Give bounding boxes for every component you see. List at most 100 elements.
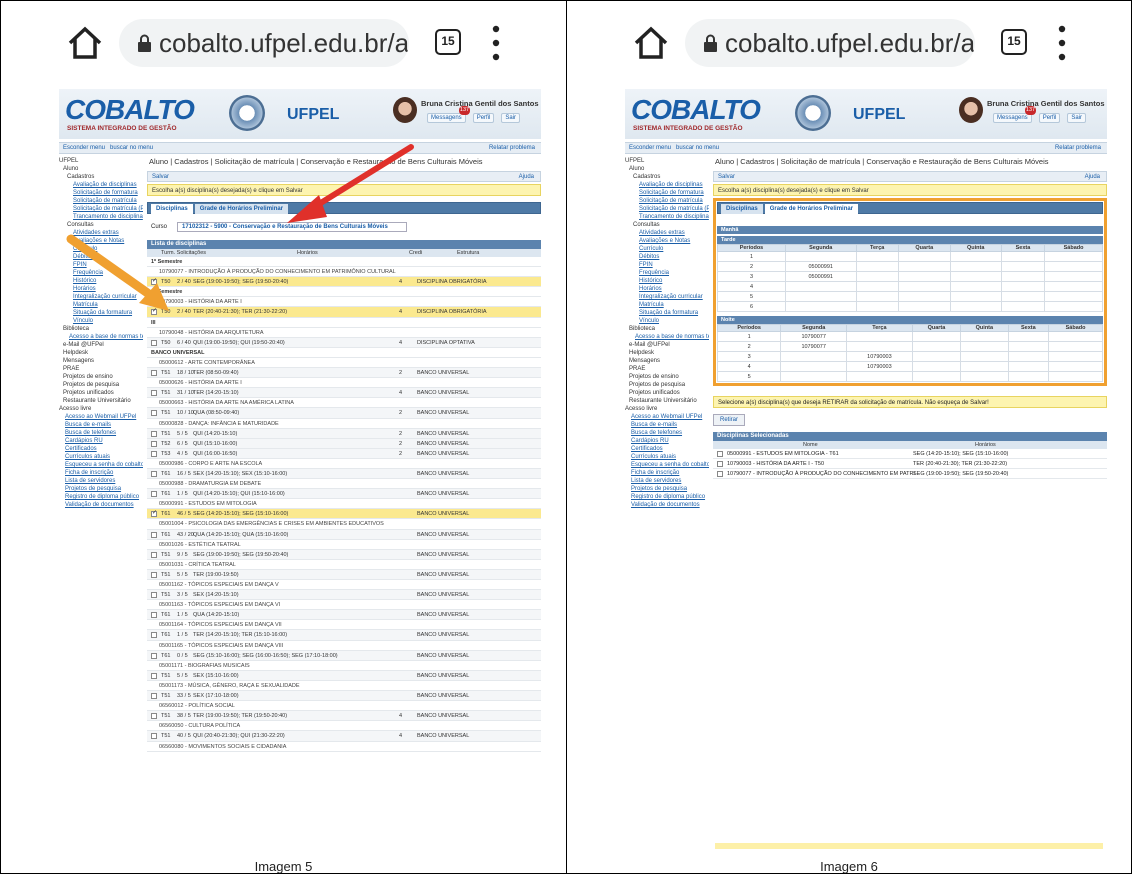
turma-row[interactable]: T51 9 / 5 SEG (19:00-19:50); SEG (19:50-20… [147,549,541,560]
address-bar[interactable]: cobalto.ufpel.edu.br/ac [685,19,975,67]
sidebar-item[interactable]: Situação da formatura [625,309,709,317]
sidebar-item[interactable]: Trancamento de disciplina [625,213,709,221]
turma-row[interactable]: T51 5 / 5 TER (19:00-19:50) BANCO UNIVERSAL [147,569,541,580]
turma-row[interactable]: T50 2 / 40TER (20:40-21:30); TER (21:30-2… [147,307,541,318]
turma-checkbox[interactable] [151,470,157,477]
report-problem-button[interactable]: Relatar problema [489,145,535,151]
profile-button[interactable]: Perfil [472,113,495,123]
turma-row[interactable]: T61 43 / 20 QUA (14:20-15:10); QUA (15:10-… [147,529,541,540]
sidebar-item[interactable]: Biblioteca [59,325,143,333]
turma-row[interactable]: T51 40 / 5 QUI (20:40-21:30); QUI (21:30-2… [147,731,541,742]
turma-checkbox[interactable] [151,571,157,578]
sidebar-item[interactable]: Cadastros [59,173,143,181]
sidebar-item[interactable]: Projetos unificados [625,389,709,397]
turma-checkbox[interactable] [151,592,157,599]
sidebar-item[interactable]: Currículos atuais [625,453,709,461]
sidebar-item[interactable]: Acesso ao Webmail UFPel [625,413,709,421]
sidebar-item[interactable]: Matrícula [59,301,143,309]
sidebar-item[interactable]: Solicitação de matrícula (Pós) [59,205,143,213]
turma-row[interactable]: T51 5 / 5 SEX (15:10-16:00) BANCO UNIVERSAL [147,670,541,681]
logout-button[interactable]: Sair [501,113,521,123]
sidebar-item[interactable]: Acesso livre [625,405,709,413]
sidebar-item[interactable]: Lista de servidores [59,477,143,485]
turma-row[interactable]: T51 18 / 10 TER (08:50-09:40) 2 BANCO UNIVER… [147,368,541,379]
messages-button[interactable]: Messagens [427,113,466,123]
turma-row[interactable]: T51 31 / 10 TER (14:20-15:10) 4 BANCO UNIVER… [147,388,541,399]
sidebar-item[interactable]: Matrícula [625,301,709,309]
sidebar-item[interactable]: Projetos de ensino [625,373,709,381]
sidebar-item[interactable]: Helpdesk [625,349,709,357]
sidebar-item[interactable]: PRAE [59,365,143,373]
sidebar-item[interactable]: Mensagens [625,357,709,365]
turma-checkbox[interactable] [151,531,157,538]
turma-checkbox[interactable] [151,632,157,639]
sidebar-item[interactable]: Helpdesk [59,349,143,357]
sidebar-item[interactable]: PRAE [625,365,709,373]
sidebar-item[interactable]: Acesso livre [59,405,143,413]
more-vert-icon[interactable] [492,21,500,65]
sidebar-item[interactable]: Cardápios RU [625,437,709,445]
selected-checkbox[interactable] [717,451,723,457]
sidebar-item[interactable]: e-Mail @UFPel [59,341,143,349]
turma-row[interactable]: T52 6 / 5 QUI (15:10-16:00) 2 BANCO UNIVERSA… [147,438,541,449]
sidebar-item[interactable]: Situação da formatura [59,309,143,317]
sidebar-item[interactable]: Avaliações e Notas [59,237,143,245]
sidebar-item[interactable]: Histórico [59,277,143,285]
turma-checkbox[interactable] [151,672,157,679]
sidebar-item[interactable]: Solicitação de matrícula [625,197,709,205]
sidebar-item[interactable]: Trancamento de disciplina [59,213,143,221]
turma-checkbox[interactable] [151,410,157,417]
sidebar-item[interactable]: Busca de e-mails [59,421,143,429]
sidebar-item[interactable]: Projetos de pesquisa [59,485,143,493]
sidebar-item[interactable]: FPIN [59,261,143,269]
sidebar-item[interactable]: Validação de documentos [59,501,143,509]
sidebar-item[interactable]: Avaliações e Notas [625,237,709,245]
sidebar-item[interactable]: Atividades extras [625,229,709,237]
sidebar-item[interactable]: e-Mail @UFPel [625,341,709,349]
sidebar-item[interactable]: Horários [59,285,143,293]
sidebar-item[interactable]: Registro de diploma público [59,493,143,501]
turma-row[interactable]: T51 3 / 5 SEX (14:20-15:10) BANCO UNIVERSAL [147,590,541,601]
sidebar-item[interactable]: Frequência [625,269,709,277]
turma-row[interactable]: T51 5 / 5 QUI (14:20-15:10) 2 BANCO UNIVERSA… [147,428,541,439]
sidebar-item[interactable]: Busca de e-mails [625,421,709,429]
sidebar-item[interactable]: Busca de telefones [625,429,709,437]
sidebar-item[interactable]: Esqueceu a senha do cobalto? [625,461,709,469]
sidebar-item[interactable]: Débitos [625,253,709,261]
hide-menu-button[interactable]: Esconder menu [63,145,105,151]
home-icon[interactable] [66,25,104,61]
hide-menu-button[interactable]: Esconder menu [629,145,671,151]
sidebar-item[interactable]: Débitos [59,253,143,261]
turma-checkbox[interactable] [151,307,157,316]
address-bar[interactable]: cobalto.ufpel.edu.br/ac [119,19,409,67]
sidebar-item[interactable]: Frequência [59,269,143,277]
retirar-button[interactable]: Retirar [713,414,746,426]
turma-row[interactable]: T61 46 / 5SEG (14:20-15:10); SEG (15:10-1… [147,509,541,520]
sidebar-item[interactable]: Currículos atuais [59,453,143,461]
sidebar-item[interactable]: Aluno [59,165,143,173]
selected-disciplina-row[interactable]: 10790003 - HISTÓRIA DA ARTE I - T50 TER (… [713,459,1107,469]
sidebar-item[interactable]: Consultas [625,221,709,229]
sidebar-item[interactable]: Esqueceu a senha do cobalto? [59,461,143,469]
search-menu-input[interactable]: buscar no menu [676,145,719,151]
sidebar-item[interactable]: Histórico [625,277,709,285]
turma-checkbox[interactable] [151,509,157,518]
turma-row[interactable]: T50 2 / 40SEG (19:00-19:50); SEG (19:50-2… [147,277,541,288]
sidebar-item[interactable]: Aluno [625,165,709,173]
turma-row[interactable]: T61 0 / 5 SEG (15:10-16:00); SEG (16:00-16… [147,650,541,661]
sidebar-item[interactable]: Lista de servidores [625,477,709,485]
turma-row[interactable]: T61 16 / 5 SEX (14:20-15:10); SEX (15:10-1… [147,468,541,480]
sidebar-item[interactable]: Restaurante Universitário [59,397,143,405]
turma-row[interactable]: T51 38 / 5 TER (19:00-19:50); TER (19:50-2… [147,711,541,722]
sidebar-item[interactable]: Cadastros [625,173,709,181]
sidebar-item[interactable]: Solicitação de matrícula [59,197,143,205]
sidebar-item[interactable]: Certificados [625,445,709,453]
sidebar-item[interactable]: Projetos de ensino [59,373,143,381]
sidebar-item[interactable]: Avaliação de disciplinas [625,181,709,189]
more-vert-icon[interactable] [1058,21,1066,65]
sidebar-item[interactable]: Projetos unificados [59,389,143,397]
sidebar-item[interactable]: Cardápios RU [59,437,143,445]
turma-checkbox[interactable] [151,390,157,397]
tab-count-button[interactable]: 15 [1001,29,1027,55]
sidebar-item[interactable]: Biblioteca [625,325,709,333]
